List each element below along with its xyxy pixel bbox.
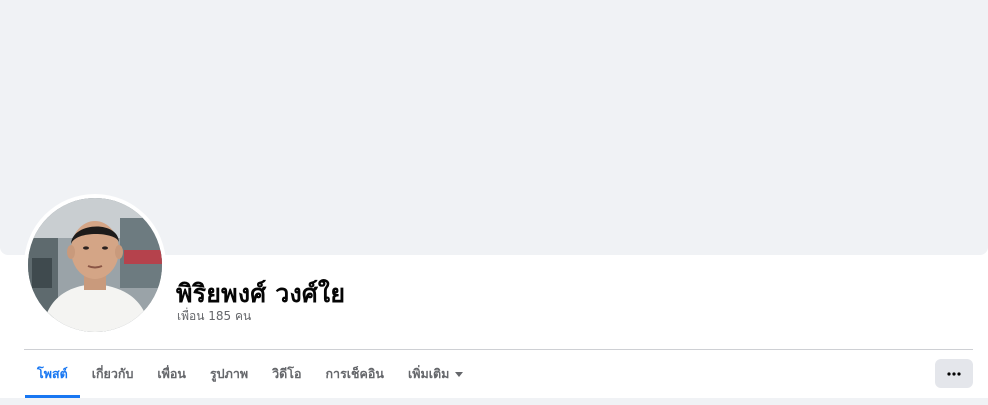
tab-label: รูปภาพ [209, 366, 249, 381]
feed-background [0, 398, 988, 405]
tab-friends[interactable]: เพื่อน [145, 350, 198, 398]
profile-tabs: โพสต์ เกี่ยวกับ เพื่อน รูปภาพ วิดีโอ การ… [25, 350, 475, 398]
cover-photo[interactable] [0, 0, 988, 255]
tab-videos[interactable]: วิดีโอ [260, 350, 313, 398]
tab-label: การเช็คอิน [325, 366, 384, 381]
tab-label: เพิ่มเติม [407, 366, 450, 381]
tab-label: เพื่อน [157, 366, 186, 381]
tab-label: โพสต์ [37, 366, 68, 381]
friends-count[interactable]: เพื่อน 185 คน [177, 307, 251, 326]
tab-label: วิดีโอ [272, 366, 302, 381]
profile-avatar[interactable] [28, 198, 162, 332]
tab-checkins[interactable]: การเช็คอิน [313, 350, 395, 398]
tab-more[interactable]: เพิ่มเติม [396, 350, 475, 398]
profile-photo-illustration [28, 198, 162, 332]
tab-photos[interactable]: รูปภาพ [198, 350, 260, 398]
more-options-button[interactable] [935, 359, 973, 388]
tab-label: เกี่ยวกับ [91, 366, 134, 381]
chevron-down-icon [455, 371, 464, 377]
tab-about[interactable]: เกี่ยวกับ [80, 350, 146, 398]
tab-posts[interactable]: โพสต์ [25, 350, 80, 398]
ellipsis-icon [947, 371, 961, 376]
